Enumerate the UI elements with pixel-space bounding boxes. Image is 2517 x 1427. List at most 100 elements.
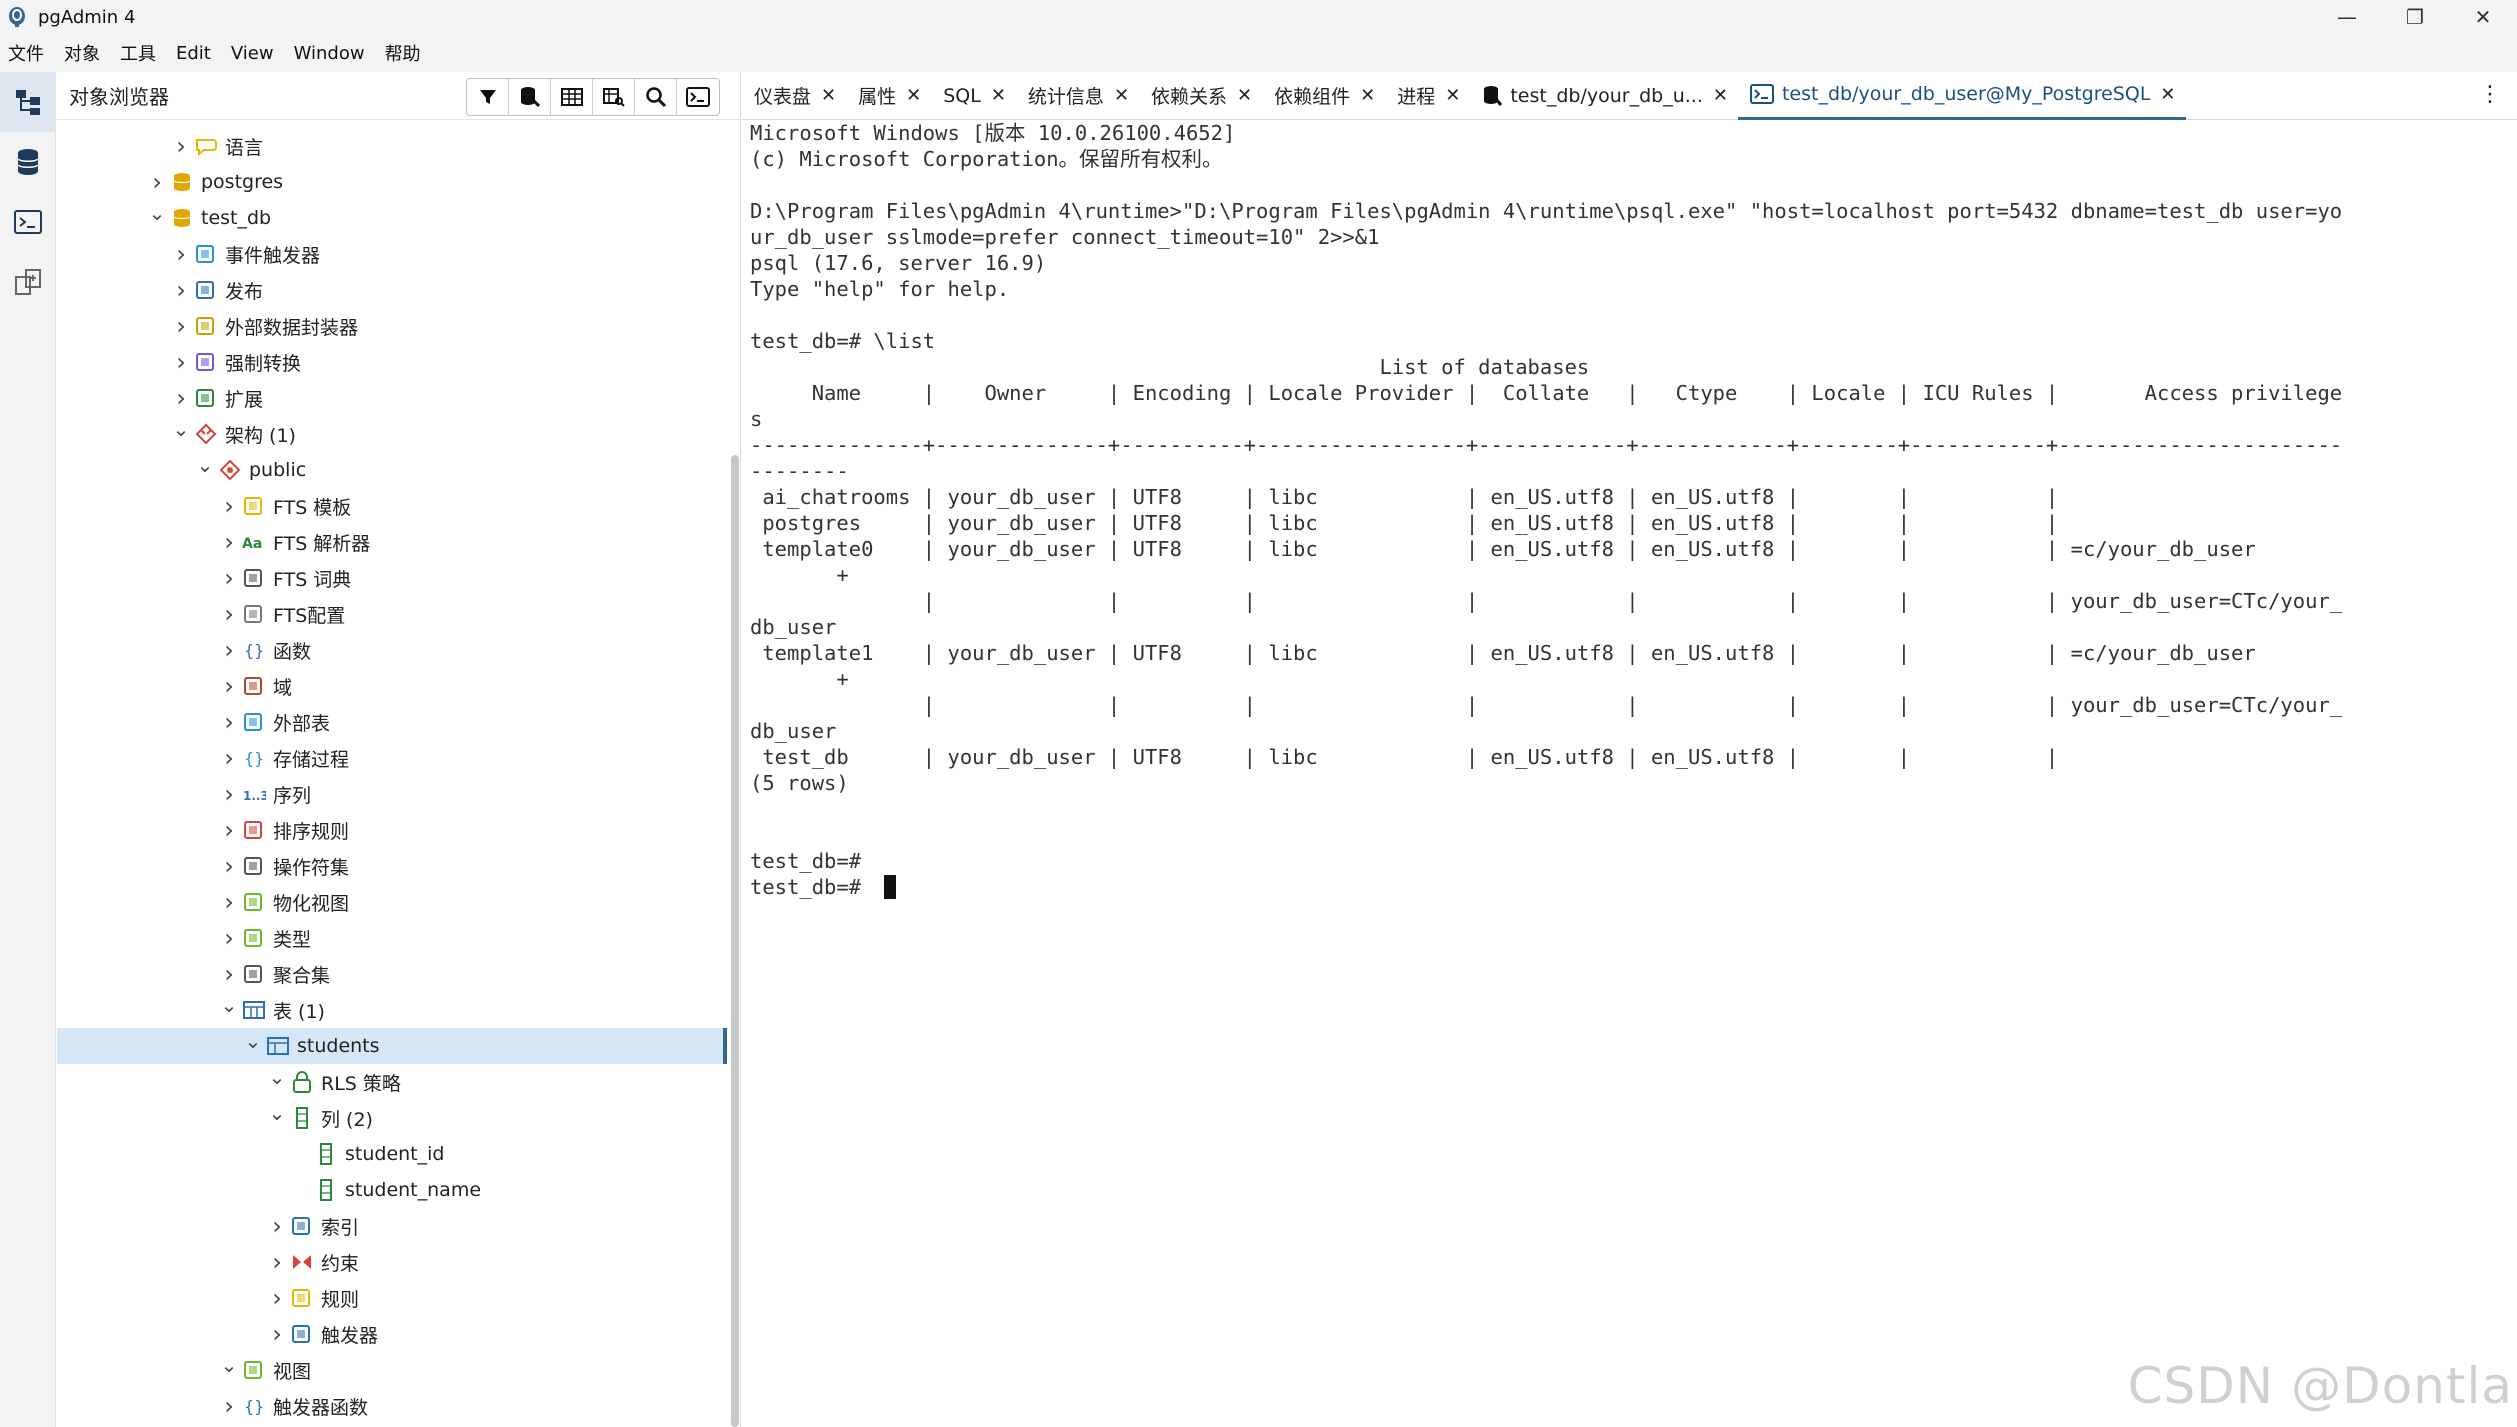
menu-help[interactable]: 帮助: [385, 40, 421, 66]
more-options-icon[interactable]: ⋮: [2479, 82, 2501, 107]
tree-node[interactable]: › 外部表: [57, 704, 727, 740]
tree-node[interactable]: › 发布: [57, 272, 727, 308]
psql-terminal[interactable]: Microsoft Windows [版本 10.0.26100.4652] (c…: [750, 120, 2517, 1427]
tree-node[interactable]: › 域: [57, 668, 727, 704]
tab-4[interactable]: 依赖关系 ✕: [1139, 72, 1262, 120]
menu-view[interactable]: View: [231, 43, 274, 64]
tree-node[interactable]: › FTS 词典: [57, 560, 727, 596]
tree-node[interactable]: ⌄ RLS 策略: [57, 1064, 727, 1100]
query-tool-icon[interactable]: [509, 79, 551, 115]
tree-node[interactable]: › 物化视图: [57, 884, 727, 920]
menu-edit[interactable]: Edit: [176, 43, 211, 64]
chevron-right-icon[interactable]: ›: [217, 672, 241, 700]
close-tab-icon[interactable]: ✕: [821, 85, 836, 106]
chevron-right-icon[interactable]: ›: [217, 888, 241, 916]
chevron-right-icon[interactable]: ›: [217, 708, 241, 736]
chevron-right-icon[interactable]: ›: [169, 348, 193, 376]
chevron-right-icon[interactable]: ›: [145, 168, 169, 196]
chevron-right-icon[interactable]: ›: [217, 528, 241, 556]
tab-7[interactable]: test_db/your_db_u... ✕: [1470, 72, 1738, 120]
search-objects-icon[interactable]: [593, 79, 635, 115]
tree-node[interactable]: › 索引: [57, 1208, 727, 1244]
menu-tools[interactable]: 工具: [120, 40, 156, 66]
tree-node[interactable]: › FTS配置: [57, 596, 727, 632]
close-tab-icon[interactable]: ✕: [1445, 85, 1460, 106]
chevron-right-icon[interactable]: ›: [217, 492, 241, 520]
chevron-right-icon[interactable]: ›: [169, 312, 193, 340]
chevron-down-icon[interactable]: ⌄: [241, 1029, 265, 1053]
chevron-right-icon[interactable]: ›: [265, 1248, 289, 1276]
tree-node[interactable]: › 扩展: [57, 380, 727, 416]
tree-node[interactable]: › postgres: [57, 164, 727, 200]
psql-icon[interactable]: [677, 79, 719, 115]
psql-tool-icon[interactable]: [0, 192, 56, 252]
chevron-down-icon[interactable]: ⌄: [145, 201, 169, 225]
tree-node[interactable]: ⌄ students: [57, 1028, 727, 1064]
tree-node[interactable]: ⌄ 列 (2): [57, 1100, 727, 1136]
close-tab-icon[interactable]: ✕: [1237, 85, 1252, 106]
chevron-right-icon[interactable]: ›: [217, 852, 241, 880]
chevron-down-icon[interactable]: ⌄: [217, 1353, 241, 1377]
tree-node[interactable]: › 触发器: [57, 1316, 727, 1352]
chevron-right-icon[interactable]: ›: [169, 240, 193, 268]
chevron-right-icon[interactable]: ›: [217, 924, 241, 952]
database-icon[interactable]: [0, 132, 56, 192]
search-icon[interactable]: [635, 79, 677, 115]
tree-node[interactable]: › 1..3 序列: [57, 776, 727, 812]
object-explorer-icon[interactable]: [0, 72, 56, 132]
tree-node[interactable]: ›{} 触发器函数: [57, 1388, 727, 1424]
tree-node[interactable]: ›{} 存储过程: [57, 740, 727, 776]
menu-file[interactable]: 文件: [8, 40, 44, 66]
chevron-right-icon[interactable]: ›: [265, 1284, 289, 1312]
maximize-button[interactable]: ❐: [2381, 0, 2449, 34]
tree-node[interactable]: › 操作符集: [57, 848, 727, 884]
tab-8[interactable]: test_db/your_db_user@My_PostgreSQL ✕: [1737, 72, 2186, 120]
tree-node[interactable]: ⌄ 视图: [57, 1352, 727, 1388]
chevron-right-icon[interactable]: ›: [217, 960, 241, 988]
tree-node[interactable]: › 类型: [57, 920, 727, 956]
chevron-right-icon[interactable]: ›: [217, 600, 241, 628]
chevron-right-icon[interactable]: ›: [217, 564, 241, 592]
view-data-icon[interactable]: [551, 79, 593, 115]
tree-node[interactable]: › 强制转换: [57, 344, 727, 380]
close-tab-icon[interactable]: ✕: [991, 85, 1006, 106]
chevron-right-icon[interactable]: ›: [265, 1320, 289, 1348]
chevron-right-icon[interactable]: ›: [217, 780, 241, 808]
tab-3[interactable]: 统计信息 ✕: [1016, 72, 1139, 120]
tree-node[interactable]: ⌄ public: [57, 452, 727, 488]
close-window-button[interactable]: ✕: [2449, 0, 2517, 34]
tree-node[interactable]: › 聚合集: [57, 956, 727, 992]
tab-5[interactable]: 依赖组件 ✕: [1262, 72, 1385, 120]
schema-diff-icon[interactable]: [0, 252, 56, 312]
close-tab-icon[interactable]: ✕: [1114, 85, 1129, 106]
tab-0[interactable]: 仪表盘 ✕: [742, 72, 846, 120]
tree-node[interactable]: › 事件触发器: [57, 236, 727, 272]
chevron-right-icon[interactable]: ›: [169, 132, 193, 160]
close-tab-icon[interactable]: ✕: [1713, 85, 1728, 106]
tree-node[interactable]: › 约束: [57, 1244, 727, 1280]
minimize-button[interactable]: —: [2313, 0, 2381, 34]
tree-node[interactable]: ›student_id: [57, 1136, 727, 1172]
close-tab-icon[interactable]: ✕: [2160, 84, 2175, 105]
tab-1[interactable]: 属性 ✕: [846, 72, 931, 120]
close-tab-icon[interactable]: ✕: [906, 85, 921, 106]
tree-node[interactable]: › 规则: [57, 1280, 727, 1316]
chevron-right-icon[interactable]: ›: [217, 636, 241, 664]
tree-node[interactable]: › Aa FTS 解析器: [57, 524, 727, 560]
tree-node[interactable]: ⌄ 架构 (1): [57, 416, 727, 452]
chevron-right-icon[interactable]: ›: [169, 276, 193, 304]
menu-object[interactable]: 对象: [64, 40, 100, 66]
tree-node[interactable]: › FTS 模板: [57, 488, 727, 524]
chevron-down-icon[interactable]: ⌄: [265, 1101, 289, 1125]
tree-node[interactable]: › 语言: [57, 128, 727, 164]
chevron-right-icon[interactable]: ›: [217, 816, 241, 844]
chevron-down-icon[interactable]: ⌄: [217, 993, 241, 1017]
tab-6[interactable]: 进程 ✕: [1385, 72, 1470, 120]
chevron-down-icon[interactable]: ⌄: [265, 1065, 289, 1089]
chevron-right-icon[interactable]: ›: [217, 1392, 241, 1420]
tree-node[interactable]: ›student_name: [57, 1172, 727, 1208]
close-tab-icon[interactable]: ✕: [1360, 85, 1375, 106]
menu-window[interactable]: Window: [294, 43, 365, 64]
chevron-right-icon[interactable]: ›: [217, 744, 241, 772]
tree-node[interactable]: ›{} 函数: [57, 632, 727, 668]
